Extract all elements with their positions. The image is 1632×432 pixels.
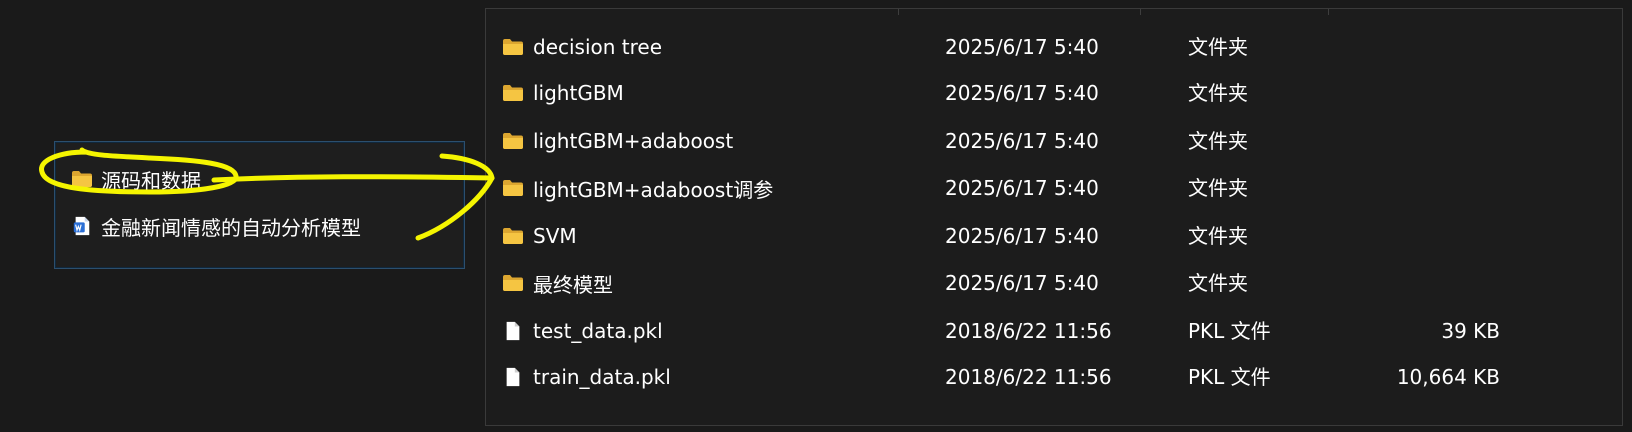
file-type: 文件夹 <box>1188 176 1248 200</box>
file-name: 最终模型 <box>533 272 613 297</box>
column-separator[interactable] <box>1140 9 1141 15</box>
left-item-word-document[interactable]: 金融新闻情感的自动分析模型 <box>71 212 361 240</box>
date-modified: 2018/6/22 11:56 <box>945 365 1112 389</box>
name-cell: decision tree <box>502 31 662 63</box>
file-row[interactable]: SVM 2025/6/17 5:40 文件夹 <box>486 220 1622 252</box>
column-separator[interactable] <box>1328 9 1329 15</box>
file-size: 39 KB <box>1441 319 1500 343</box>
desktop-canvas: 源码和数据 金融新闻情感的自动分析模型 decision tree 2025/6… <box>0 0 1632 432</box>
file-name: train_data.pkl <box>533 365 671 389</box>
date-modified: 2025/6/17 5:40 <box>945 81 1099 105</box>
folder-icon <box>503 180 523 196</box>
date-modified: 2025/6/17 5:40 <box>945 176 1099 200</box>
file-type: 文件夹 <box>1188 271 1248 295</box>
file-name: decision tree <box>533 35 663 59</box>
name-cell: lightGBM+adaboost调参 <box>502 172 773 204</box>
file-icon <box>506 367 520 387</box>
file-row[interactable]: decision tree 2025/6/17 5:40 文件夹 <box>486 31 1622 63</box>
file-type: 文件夹 <box>1188 35 1248 59</box>
file-type: 文件夹 <box>1188 81 1248 105</box>
name-cell: 最终模型 <box>502 267 613 299</box>
name-cell: SVM <box>502 220 577 252</box>
file-size: 10,664 KB <box>1396 365 1500 389</box>
date-modified: 2018/6/22 11:56 <box>945 319 1112 343</box>
file-icon <box>506 321 520 341</box>
file-name: test_data.pkl <box>533 319 663 343</box>
left-item-source-folder[interactable]: 源码和数据 <box>71 165 201 193</box>
name-cell: lightGBM <box>502 77 624 109</box>
date-modified: 2025/6/17 5:40 <box>945 271 1099 295</box>
file-name: lightGBM+adaboost <box>533 129 734 153</box>
file-name: SVM <box>533 224 577 248</box>
column-separator[interactable] <box>898 9 899 15</box>
folder-icon <box>503 133 523 149</box>
date-modified: 2025/6/17 5:40 <box>945 35 1099 59</box>
file-type: 文件夹 <box>1188 224 1248 248</box>
folder-icon <box>503 228 523 244</box>
name-cell: train_data.pkl <box>502 361 671 393</box>
folder-icon <box>503 275 523 291</box>
file-row[interactable]: train_data.pkl 2018/6/22 11:56 PKL 文件 10… <box>486 361 1622 393</box>
folder-icon <box>503 39 523 55</box>
left-item-label: 金融新闻情感的自动分析模型 <box>101 215 361 240</box>
file-type: 文件夹 <box>1188 129 1248 153</box>
name-cell: lightGBM+adaboost <box>502 125 733 157</box>
file-type: PKL 文件 <box>1188 365 1271 389</box>
folder-icon <box>503 85 523 101</box>
file-row[interactable]: lightGBM 2025/6/17 5:40 文件夹 <box>486 77 1622 109</box>
file-row[interactable]: lightGBM+adaboost调参 2025/6/17 5:40 文件夹 <box>486 172 1622 204</box>
word-document-icon <box>73 216 90 236</box>
folder-icon <box>72 171 92 187</box>
date-modified: 2025/6/17 5:40 <box>945 224 1099 248</box>
date-modified: 2025/6/17 5:40 <box>945 129 1099 153</box>
left-file-panel: 源码和数据 金融新闻情感的自动分析模型 <box>54 141 465 269</box>
file-row[interactable]: 最终模型 2025/6/17 5:40 文件夹 <box>486 267 1622 299</box>
file-list-panel: decision tree 2025/6/17 5:40 文件夹 lightGB… <box>485 8 1623 426</box>
left-item-label: 源码和数据 <box>101 168 201 193</box>
file-name: lightGBM+adaboost调参 <box>533 177 774 202</box>
file-name: lightGBM <box>533 81 624 105</box>
name-cell: test_data.pkl <box>502 315 663 347</box>
file-row[interactable]: lightGBM+adaboost 2025/6/17 5:40 文件夹 <box>486 125 1622 157</box>
file-type: PKL 文件 <box>1188 319 1271 343</box>
file-row[interactable]: test_data.pkl 2018/6/22 11:56 PKL 文件 39 … <box>486 315 1622 347</box>
